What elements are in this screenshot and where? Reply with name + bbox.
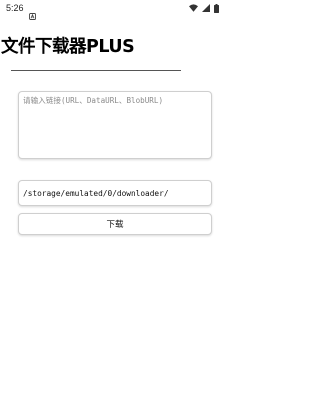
battery-icon [214, 3, 219, 13]
download-button[interactable]: 下载 [18, 213, 212, 235]
status-bar: 5:26 [0, 0, 225, 20]
url-input[interactable] [18, 91, 212, 159]
notification-a-icon [28, 5, 36, 20]
wifi-icon [189, 4, 198, 12]
page-title: 文件下载器PLUS [1, 37, 135, 57]
title-divider [11, 70, 181, 71]
cellular-signal-icon [202, 4, 210, 12]
save-path-input[interactable] [18, 180, 212, 206]
app-screen: 5:26 文件下载器PLUS 请输入链接(URL、DataURL、BlobURL… [0, 0, 225, 400]
status-time: 5:26 [6, 3, 24, 13]
status-right [189, 3, 219, 13]
status-left: 5:26 [6, 3, 36, 20]
